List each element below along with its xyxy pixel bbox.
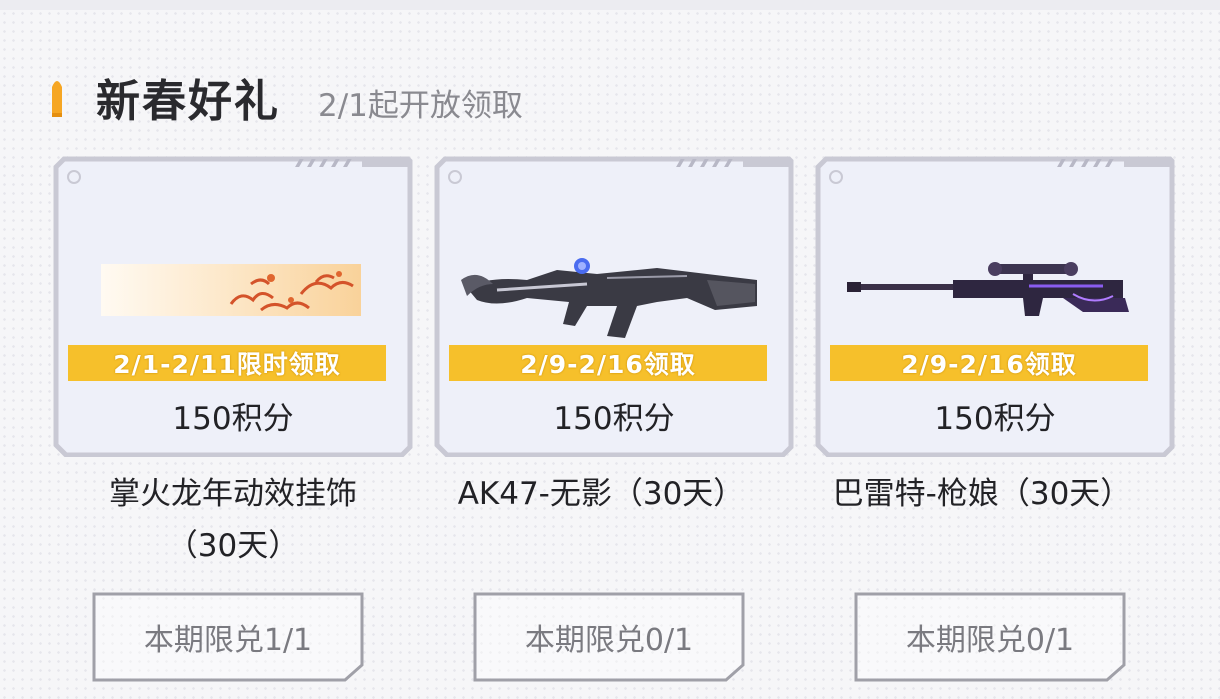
item-name: 掌火龙年动效挂饰 （30天） (43, 468, 423, 572)
item-name-line: 掌火龙年动效挂饰 (109, 476, 357, 512)
reward-card-dragon-pendant[interactable]: 2/1-2/11限时领取 150积分 (52, 155, 414, 457)
redeem-button[interactable]: 本期限兑1/1 (91, 591, 365, 683)
section-title: 新春好礼 (96, 76, 280, 127)
item-name: AK47-无影（30天） (411, 468, 791, 520)
section-header: 新春好礼 2/1起开放领取 (50, 62, 523, 132)
item-name: 巴雷特-枪娘（30天） (792, 468, 1172, 520)
points-cost: 150积分 (172, 401, 294, 437)
date-ribbon: 2/9-2/16领取 (449, 345, 767, 381)
redeem-button-label: 本期限兑0/1 (524, 623, 694, 658)
item-name-line: 巴雷特-枪娘（30天） (832, 476, 1132, 512)
sniper-rifle-icon (830, 225, 1156, 355)
dragon-pendant-icon (68, 225, 394, 355)
section-subtitle: 2/1起开放领取 (318, 87, 523, 124)
reward-card-barrett[interactable]: 2/9-2/16领取 150积分 (814, 155, 1176, 457)
redeem-button-label: 本期限兑0/1 (905, 623, 1075, 658)
date-ribbon: 2/9-2/16领取 (830, 345, 1148, 381)
item-name-line: AK47-无影（30天） (457, 476, 745, 512)
redeem-button-label: 本期限兑1/1 (143, 623, 313, 658)
date-ribbon: 2/1-2/11限时领取 (68, 345, 386, 381)
redeem-button[interactable]: 本期限兑0/1 (853, 591, 1127, 683)
redeem-button[interactable]: 本期限兑0/1 (472, 591, 746, 683)
section-marker-icon (50, 75, 64, 119)
reward-card-ak47[interactable]: 2/9-2/16领取 150积分 (433, 155, 795, 457)
ak47-rifle-icon (449, 225, 775, 355)
top-strip (0, 0, 1220, 10)
points-cost: 150积分 (934, 401, 1056, 437)
item-name-duration: （30天） (166, 528, 300, 564)
points-cost: 150积分 (553, 401, 675, 437)
